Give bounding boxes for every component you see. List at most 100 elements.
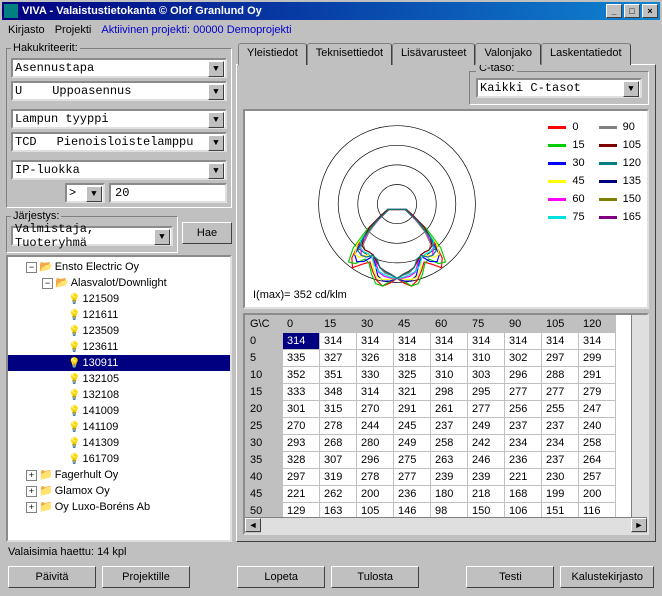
grid-cell[interactable]: 314 [394,333,431,350]
grid-cell[interactable]: 314 [320,333,357,350]
tree-node-manufacturer[interactable]: −Ensto Electric Oy [8,259,230,275]
grid-cell[interactable]: 237 [431,418,468,435]
ip-value-field[interactable] [113,185,223,201]
grid-cell[interactable]: 258 [431,435,468,452]
tree-item[interactable]: 141009 [8,403,230,419]
lamp-type-value[interactable]: TCD Pienoisloistelamppu ▼ [11,132,227,152]
tab-valonjako[interactable]: Valonjako [475,43,541,65]
menu-kirjasto[interactable]: Kirjasto [8,24,45,36]
grid-cell[interactable]: 263 [431,452,468,469]
grid-cell[interactable]: 296 [357,452,394,469]
grid-cell[interactable]: 98 [431,503,468,518]
grid-cell[interactable]: 200 [357,486,394,503]
vertical-scrollbar[interactable] [631,315,647,517]
tree-item[interactable]: 121611 [8,307,230,323]
tree-item[interactable]: 132105 [8,371,230,387]
grid-cell[interactable]: 315 [320,401,357,418]
kaluste-button[interactable]: Kalustekirjasto [560,566,654,588]
grid-cell[interactable]: 245 [394,418,431,435]
grid-cell[interactable]: 310 [431,367,468,384]
grid-cell[interactable]: 310 [468,350,505,367]
grid-cell[interactable]: 168 [505,486,542,503]
grid-cell[interactable]: 258 [579,435,616,452]
grid-cell[interactable]: 277 [394,469,431,486]
grid-cell[interactable]: 291 [394,401,431,418]
grid-cell[interactable]: 314 [283,333,320,350]
grid-cell[interactable]: 293 [283,435,320,452]
grid-cell[interactable]: 116 [579,503,616,518]
close-button[interactable]: × [642,4,658,18]
tulosta-button[interactable]: Tulosta [331,566,419,588]
tree-node-manufacturer[interactable]: +Glamox Oy [8,483,230,499]
grid-cell[interactable]: 298 [431,384,468,401]
grid-cell[interactable]: 234 [542,435,579,452]
grid-cell[interactable]: 249 [468,418,505,435]
grid-cell[interactable]: 299 [579,350,616,367]
grid-cell[interactable]: 291 [579,367,616,384]
tab-teknisettiedot[interactable]: Teknisettiedot [307,43,392,65]
grid-cell[interactable]: 163 [320,503,357,518]
scroll-left-icon[interactable]: ◄ [245,518,261,532]
tree-node-manufacturer[interactable]: +Fagerhult Oy [8,467,230,483]
grid-cell[interactable]: 297 [283,469,320,486]
grid-cell[interactable]: 314 [431,333,468,350]
grid-cell[interactable]: 301 [283,401,320,418]
grid-cell[interactable]: 239 [468,469,505,486]
chevron-down-icon[interactable]: ▼ [208,84,224,100]
grid-cell[interactable]: 307 [320,452,357,469]
grid-cell[interactable]: 151 [542,503,579,518]
grid-cell[interactable]: 295 [468,384,505,401]
hae-button[interactable]: Hae [182,222,232,244]
grid-cell[interactable]: 146 [394,503,431,518]
tree-item[interactable]: 161709 [8,451,230,467]
grid-cell[interactable]: 278 [320,418,357,435]
grid-cell[interactable]: 236 [394,486,431,503]
grid-cell[interactable]: 180 [431,486,468,503]
maximize-button[interactable]: □ [624,4,640,18]
grid-cell[interactable]: 239 [431,469,468,486]
testi-button[interactable]: Testi [466,566,554,588]
chevron-down-icon[interactable]: ▼ [154,229,170,245]
ip-op-combo[interactable]: >▼ [65,183,105,203]
grid-cell[interactable]: 105 [357,503,394,518]
chevron-down-icon[interactable]: ▼ [623,81,639,97]
grid-cell[interactable]: 257 [579,469,616,486]
grid-cell[interactable]: 268 [320,435,357,452]
grid-cell[interactable]: 318 [394,350,431,367]
ip-value-input[interactable] [109,183,227,203]
grid-cell[interactable]: 247 [579,401,616,418]
tab-yleistiedot[interactable]: Yleistiedot [238,43,307,65]
grid-cell[interactable]: 330 [357,367,394,384]
grid-cell[interactable]: 129 [283,503,320,518]
grid-cell[interactable]: 270 [283,418,320,435]
tree-item[interactable]: 132108 [8,387,230,403]
grid-cell[interactable]: 200 [579,486,616,503]
grid-cell[interactable]: 230 [542,469,579,486]
grid-cell[interactable]: 279 [579,384,616,401]
grid-cell[interactable]: 244 [357,418,394,435]
tree-item[interactable]: 123509 [8,323,230,339]
grid-cell[interactable]: 270 [357,401,394,418]
grid-cell[interactable]: 352 [283,367,320,384]
grid-cell[interactable]: 296 [505,367,542,384]
grid-cell[interactable]: 277 [468,401,505,418]
grid-cell[interactable]: 328 [283,452,320,469]
grid-cell[interactable]: 106 [505,503,542,518]
grid-cell[interactable]: 150 [468,503,505,518]
chevron-down-icon[interactable]: ▼ [208,135,224,151]
ip-class-combo[interactable]: IP-luokka▼ [11,160,227,180]
grid-cell[interactable]: 278 [357,469,394,486]
grid-cell[interactable]: 326 [357,350,394,367]
grid-cell[interactable]: 288 [542,367,579,384]
projektille-button[interactable]: Projektille [102,566,190,588]
grid-cell[interactable]: 221 [283,486,320,503]
tree-item[interactable]: 141109 [8,419,230,435]
grid-cell[interactable]: 297 [542,350,579,367]
grid-cell[interactable]: 319 [320,469,357,486]
chevron-down-icon[interactable]: ▼ [86,186,102,202]
paivita-button[interactable]: Päivitä [8,566,96,588]
chevron-down-icon[interactable]: ▼ [208,163,224,179]
tab-laskentatiedot[interactable]: Laskentatiedot [541,43,631,65]
grid-cell[interactable]: 314 [431,350,468,367]
grid-cell[interactable]: 321 [394,384,431,401]
